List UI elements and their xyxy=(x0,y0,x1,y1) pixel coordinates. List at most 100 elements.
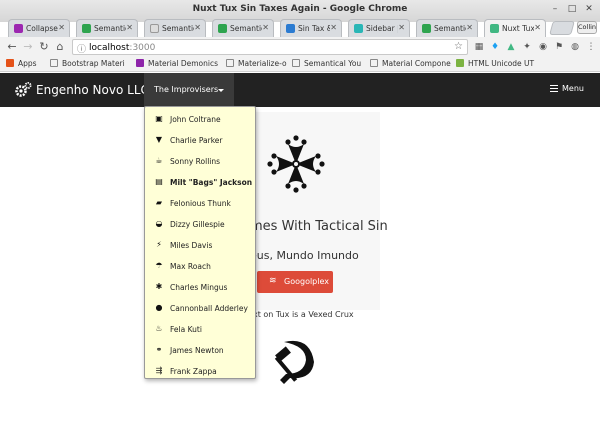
chrome-menu-icon[interactable]: ⋮ xyxy=(586,42,596,52)
close-tab-icon[interactable]: ✕ xyxy=(58,23,65,32)
subway-icon: ▤ xyxy=(155,177,163,186)
taxi-icon: ▰ xyxy=(155,198,163,207)
tab-label: Sidebar | xyxy=(366,24,398,33)
browser-tab[interactable]: Semantic ✕ xyxy=(416,19,478,37)
page-icon xyxy=(50,59,58,67)
extension-icon[interactable]: ⚑ xyxy=(554,42,564,52)
maximize-icon[interactable]: □ xyxy=(566,3,578,15)
hammer-sickle-icon xyxy=(274,340,314,384)
page-heading: emes With Tactical Sin xyxy=(242,219,388,234)
close-tab-icon[interactable]: ✕ xyxy=(194,23,201,32)
cocktail-icon: ▼ xyxy=(155,135,163,144)
apps-grid-icon xyxy=(6,59,14,67)
html-icon xyxy=(456,59,464,67)
browser-tab-active[interactable]: Nuxt Tux ✕ xyxy=(484,19,546,37)
browser-tab[interactable]: Semantic ✕ xyxy=(144,19,206,37)
bug-icon: ✱ xyxy=(155,282,163,291)
dropdown-item-miles-davis[interactable]: ⚡ Miles Davis xyxy=(145,235,255,255)
page-subheading: eus, Mundo Imundo xyxy=(250,249,359,262)
forward-icon[interactable]: → xyxy=(22,40,34,54)
dropdown-item-frank-zappa[interactable]: ⇶ Frank Zappa xyxy=(145,361,255,381)
gears-icon xyxy=(15,82,32,97)
tab-label: Semantic xyxy=(434,24,466,33)
tab-favicon-icon xyxy=(218,24,227,33)
dropdown-item-cannonball-adderley[interactable]: ● Cannonball Adderley xyxy=(145,298,255,318)
close-tab-icon[interactable]: ✕ xyxy=(330,23,337,32)
twitter-icon[interactable]: ♦ xyxy=(490,42,500,52)
tab-strip: Collapse ✕ Semantic ✕ Semantic ✕ Semanti… xyxy=(0,17,600,37)
page-icon xyxy=(292,59,300,67)
motorcycle-icon: ⚭ xyxy=(155,345,163,354)
dropdown-item-sonny-rollins[interactable]: ☕ Sonny Rollins xyxy=(145,151,255,171)
browser-tab[interactable]: Sidebar | ✕ xyxy=(348,19,410,37)
browser-toolbar: ← → ↻ ⌂ ⓘ localhost:3000 ☆ ▦ ♦ ▲ ✦ ◉ ⚑ ◍… xyxy=(0,37,600,57)
umbrella-icon: ☂ xyxy=(155,261,163,270)
tab-favicon-icon xyxy=(354,24,363,33)
address-bar[interactable]: ⓘ localhost:3000 ☆ xyxy=(72,39,468,55)
dropdown-toggle-label: The Improvisers xyxy=(154,85,219,94)
coffee-icon: ☕ xyxy=(155,156,163,165)
googolplex-button-label: Googolplex xyxy=(284,277,329,286)
dropdown-item-fela-kuti[interactable]: ♨ Fela Kuti xyxy=(145,319,255,339)
occitan-cross-icon xyxy=(267,135,325,193)
bookmark-item[interactable]: HTML Unicode UT xyxy=(456,59,534,70)
close-tab-icon[interactable]: ✕ xyxy=(398,23,405,32)
tab-label: Semantic xyxy=(94,24,126,33)
extension-icon[interactable]: ◉ xyxy=(538,42,548,52)
googolplex-button[interactable]: ≋ Googolplex xyxy=(257,271,333,293)
close-tab-icon[interactable]: ✕ xyxy=(126,23,133,32)
tab-favicon-icon xyxy=(490,24,499,33)
vue-devtools-icon[interactable]: ▲ xyxy=(506,42,516,52)
dropdown-item-felonious-thunk[interactable]: ▰ Felonious Thunk xyxy=(145,193,255,213)
dropdown-item-john-coltrane[interactable]: ▣ John Coltrane xyxy=(145,109,255,129)
close-tab-icon[interactable]: ✕ xyxy=(534,23,541,32)
bookmark-apps[interactable]: Apps xyxy=(6,59,37,70)
tab-label: Semantic xyxy=(162,24,194,33)
browser-tab[interactable]: Collapse ✕ xyxy=(8,19,70,37)
menu-button[interactable]: Menu xyxy=(550,84,584,93)
tab-label: Semantic xyxy=(230,24,262,33)
bookmark-star-icon[interactable]: ☆ xyxy=(454,41,463,52)
extension-icon[interactable]: ◍ xyxy=(570,42,580,52)
page-icon xyxy=(226,59,234,67)
improvisers-dropdown-toggle[interactable]: The Improvisers xyxy=(144,73,234,107)
close-tab-icon[interactable]: ✕ xyxy=(262,23,269,32)
back-icon[interactable]: ← xyxy=(6,40,18,54)
profile-button[interactable]: Collin xyxy=(577,21,597,34)
car-icon: ◒ xyxy=(155,219,163,228)
bookmark-item[interactable]: Semantical You xyxy=(292,59,361,70)
reload-icon[interactable]: ↻ xyxy=(38,40,50,54)
bookmark-item[interactable]: Material Compone xyxy=(370,59,451,70)
new-tab-button[interactable] xyxy=(549,21,575,35)
home-icon[interactable]: ⌂ xyxy=(54,40,66,54)
dropdown-item-max-roach[interactable]: ☂ Max Roach xyxy=(145,256,255,276)
dropdown-item-charles-mingus[interactable]: ✱ Charles Mingus xyxy=(145,277,255,297)
improvisers-dropdown-menu: ▣ John Coltrane ▼ Charlie Parker ☕ Sonny… xyxy=(144,106,256,379)
browser-tab[interactable]: Semantic ✕ xyxy=(76,19,138,37)
brand-name[interactable]: Engenho Novo LLC xyxy=(36,83,149,97)
tab-favicon-icon xyxy=(150,24,159,33)
info-icon[interactable]: ⓘ xyxy=(77,42,86,55)
browser-tab[interactable]: Sin Tax & ✕ xyxy=(280,19,342,37)
page-icon xyxy=(370,59,378,67)
tab-label: Nuxt Tux xyxy=(502,24,534,33)
dropdown-item-milt-jackson[interactable]: ▤ Milt "Bags" Jackson xyxy=(145,172,255,192)
browser-tab[interactable]: Semantic ✕ xyxy=(212,19,274,37)
tab-favicon-icon xyxy=(422,24,431,33)
caret-down-icon xyxy=(218,89,224,92)
bookmark-item[interactable]: Material Demonics xyxy=(136,59,218,70)
dropdown-item-charlie-parker[interactable]: ▼ Charlie Parker xyxy=(145,130,255,150)
minimize-icon[interactable]: – xyxy=(549,3,561,15)
address-url: localhost:3000 xyxy=(89,43,156,53)
material-icon xyxy=(136,59,144,67)
extension-icon[interactable]: ✦ xyxy=(522,42,532,52)
close-tab-icon[interactable]: ✕ xyxy=(466,23,473,32)
dropdown-item-james-newton[interactable]: ⚭ James Newton xyxy=(145,340,255,360)
dropdown-item-dizzy-gillespie[interactable]: ◒ Dizzy Gillespie xyxy=(145,214,255,234)
tab-label: Sin Tax & xyxy=(298,24,330,33)
bookmark-item[interactable]: Materialize-o xyxy=(226,59,287,70)
close-window-icon[interactable]: ✕ xyxy=(583,3,595,15)
bookmark-item[interactable]: Bootstrap Materi xyxy=(50,59,125,70)
extension-icon[interactable]: ▦ xyxy=(474,42,484,52)
tab-favicon-icon xyxy=(286,24,295,33)
